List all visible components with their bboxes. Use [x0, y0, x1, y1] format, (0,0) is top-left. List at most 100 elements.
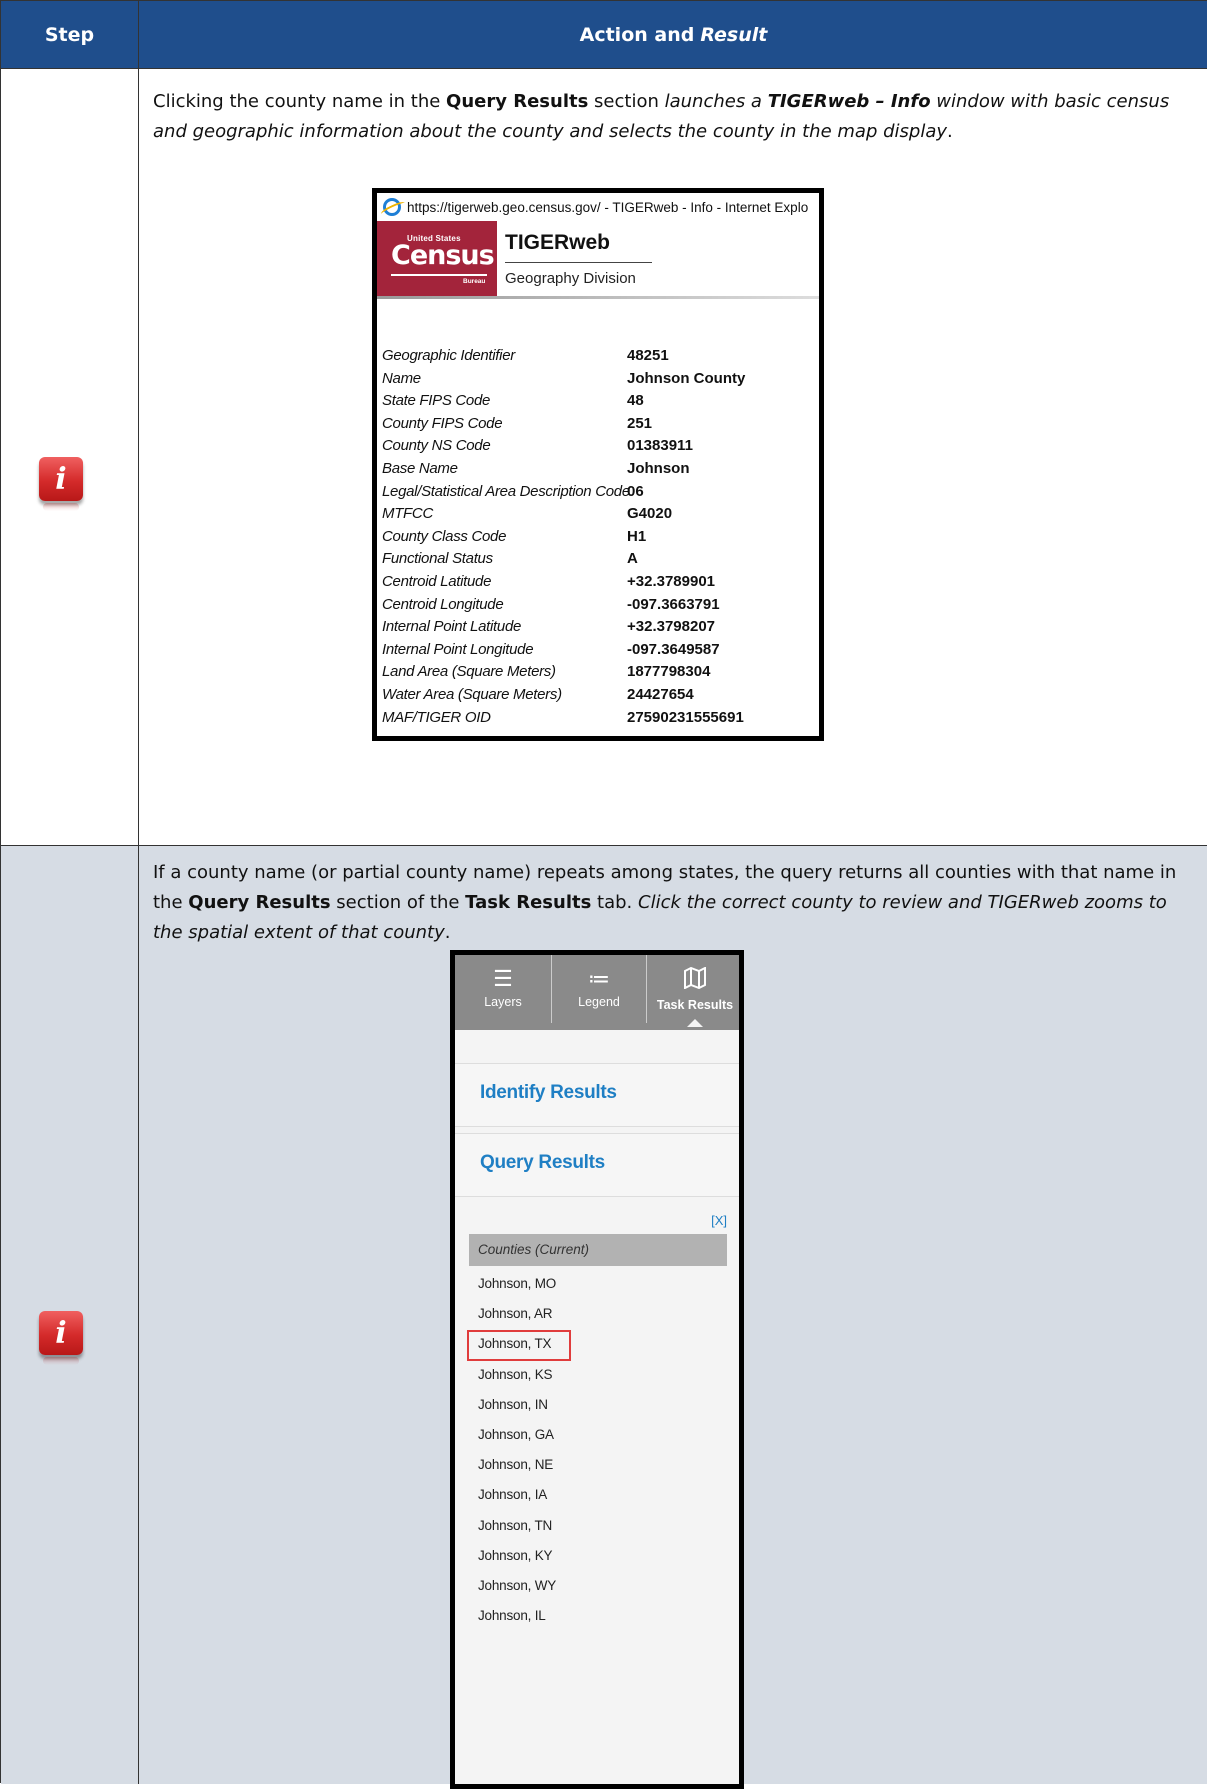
legend-icon: ≔	[588, 966, 610, 991]
county-item[interactable]: Johnson, IA	[469, 1480, 727, 1510]
attribute-row: MTFCC G4020	[382, 503, 819, 526]
attribute-label: Geographic Identifier	[382, 347, 515, 364]
tigerweb-info-screenshot: https://tigerweb.geo.census.gov/ - TIGER…	[372, 188, 824, 741]
query-results-header[interactable]: Query Results	[455, 1133, 739, 1197]
attribute-row: Base Name Johnson	[382, 458, 819, 481]
table-row: i Clicking the county name in the Query …	[1, 68, 1207, 845]
attribute-row: MAF/TIGER OID 27590231555691	[382, 707, 819, 730]
app-title: TIGERweb	[505, 231, 611, 254]
attribute-value: 251	[627, 414, 653, 432]
window-title: https://tigerweb.geo.census.gov/ - TIGER…	[407, 199, 809, 215]
county-item-highlighted[interactable]: Johnson, TX	[467, 1329, 727, 1362]
attribute-row: Name Johnson County	[382, 368, 819, 391]
attribute-value: +32.3789901	[627, 572, 716, 590]
attribute-label: MAF/TIGER OID	[382, 708, 491, 726]
step-cell: i	[1, 846, 139, 1784]
action-cell: If a county name (or partial county name…	[139, 846, 1207, 1789]
attribute-value: 01383911	[627, 437, 693, 455]
task-results-screenshot: ☰ Layers ≔ Legend Task Results Identify …	[450, 950, 744, 1789]
attribute-label: State FIPS Code	[382, 392, 491, 410]
attribute-value: H1	[627, 527, 647, 545]
app-subtitle: Geography Division	[505, 270, 636, 287]
attribute-value: 27590231555691	[627, 708, 744, 726]
attribute-value: 48251	[627, 347, 669, 364]
header-action: Action and Result	[139, 1, 1207, 68]
header-step-label: Step	[44, 23, 95, 46]
close-results-link[interactable]: [X]	[711, 1213, 727, 1228]
attribute-value: 24427654	[627, 685, 694, 703]
county-item[interactable]: Johnson, NE	[469, 1450, 727, 1480]
county-item[interactable]: Johnson, TN	[469, 1511, 727, 1541]
attribute-row: Internal Point Latitude +32.3798207	[382, 616, 819, 639]
attribute-value: 1877798304	[627, 663, 711, 681]
info-icon: i	[39, 1311, 83, 1365]
table-header: Step Action and Result	[1, 1, 1207, 68]
attribute-value: 48	[627, 392, 644, 410]
attribute-row: Legal/Statistical Area Description Code 0…	[382, 481, 819, 504]
attribute-value: +32.3798207	[627, 618, 716, 636]
attribute-row: Internal Point Longitude -097.3649587	[382, 639, 819, 662]
tab-legend[interactable]: ≔ Legend	[551, 955, 647, 1023]
counties-group-header: Counties (Current)	[469, 1234, 727, 1266]
county-item[interactable]: Johnson, KS	[469, 1360, 727, 1390]
attribute-row: Geographic Identifier 48251	[382, 345, 819, 368]
attribute-value: Johnson County	[627, 369, 746, 387]
attribute-value: A	[627, 550, 638, 568]
attribute-row: Land Area (Square Meters) 1877798304	[382, 661, 819, 684]
instruction-table: Step Action and Result i Clicking the cou…	[0, 0, 1207, 1789]
attribute-label: County Class Code	[382, 527, 507, 545]
attribute-label: Water Area (Square Meters)	[382, 685, 562, 703]
browser-titlebar: https://tigerweb.geo.census.gov/ - TIGER…	[377, 193, 819, 221]
county-item[interactable]: Johnson, AR	[469, 1299, 727, 1329]
attribute-value: -097.3663791	[627, 595, 720, 613]
attribute-label: MTFCC	[382, 505, 433, 523]
attribute-label: County NS Code	[382, 437, 491, 455]
attribute-label: Legal/Statistical Area Description Code	[382, 482, 630, 500]
tab-layers[interactable]: ☰ Layers	[455, 955, 551, 1023]
map-icon	[647, 966, 739, 994]
attribute-value: Johnson	[627, 459, 690, 477]
header-step: Step	[1, 1, 139, 68]
county-item[interactable]: Johnson, WY	[469, 1571, 727, 1601]
county-list: Johnson, MO Johnson, AR Johnson, TX Johnson…	[467, 1269, 727, 1631]
attribute-label: Internal Point Latitude	[382, 618, 522, 636]
attribute-row: Centroid Longitude -097.3663791	[382, 594, 819, 617]
attribute-label: Centroid Latitude	[382, 572, 492, 590]
county-item[interactable]: Johnson, IN	[469, 1390, 727, 1420]
attribute-label: Name	[382, 369, 421, 387]
attribute-value: G4020	[627, 505, 673, 523]
attribute-row: Functional Status A	[382, 548, 819, 571]
attribute-label: County FIPS Code	[382, 414, 503, 432]
attribute-row: State FIPS Code 48	[382, 390, 819, 413]
internet-explorer-icon	[383, 198, 401, 216]
step-cell: i	[1, 69, 139, 845]
layers-icon: ☰	[493, 966, 513, 991]
census-logo: United States Census Bureau	[377, 221, 497, 296]
tab-task-results[interactable]: Task Results	[647, 955, 739, 1023]
identify-results-header[interactable]: Identify Results	[455, 1063, 739, 1127]
info-icon: i	[39, 457, 83, 511]
step-description: Clicking the county name in the Query Re…	[153, 91, 1170, 142]
attribute-row: County NS Code 01383911	[382, 435, 819, 458]
attribute-row: Centroid Latitude +32.3789901	[382, 571, 819, 594]
attribute-label: Land Area (Square Meters)	[382, 663, 556, 681]
attribute-label: Centroid Longitude	[382, 595, 504, 613]
attribute-row: County FIPS Code 251	[382, 413, 819, 436]
attribute-value: 06	[627, 482, 644, 500]
county-item[interactable]: Johnson, IL	[469, 1601, 727, 1631]
table-row: i If a county name (or partial county na…	[1, 845, 1207, 1789]
header-action-label: Action and	[579, 23, 695, 46]
attribute-label: Internal Point Longitude	[382, 640, 534, 658]
county-item[interactable]: Johnson, MO	[469, 1269, 727, 1299]
panel-tabbar: ☰ Layers ≔ Legend Task Results	[455, 955, 739, 1030]
header-result-label: Result	[700, 23, 768, 46]
attribute-list: Geographic Identifier 48251 Name Johnson Co…	[382, 345, 819, 730]
county-item[interactable]: Johnson, KY	[469, 1541, 727, 1571]
attribute-value: -097.3649587	[627, 640, 720, 658]
county-item[interactable]: Johnson, GA	[469, 1420, 727, 1450]
attribute-label: Base Name	[382, 459, 458, 477]
step-description: If a county name (or partial county name…	[153, 862, 1177, 943]
tigerweb-banner: United States Census Bureau TIGERweb Geo…	[377, 221, 819, 299]
attribute-row: Water Area (Square Meters) 24427654	[382, 684, 819, 707]
attribute-label: Functional Status	[382, 550, 493, 568]
